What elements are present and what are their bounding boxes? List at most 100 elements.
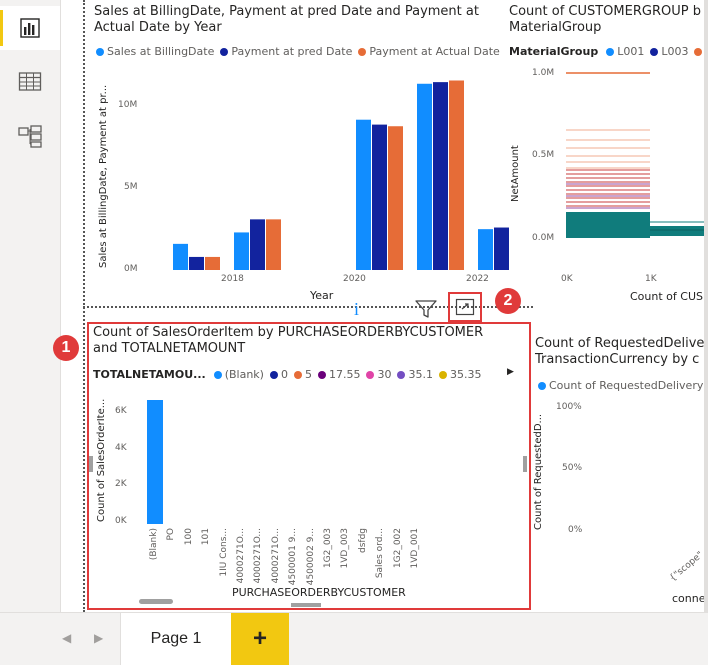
bar-chart-plot — [173, 80, 509, 270]
callout-badge-1: 1 — [53, 335, 79, 361]
chart-legend: Count of RequestedDeliveryD — [532, 379, 708, 392]
vertical-scrollbar[interactable] — [704, 0, 708, 612]
bar--blank-[interactable] — [147, 400, 163, 524]
focus-mode-button[interactable] — [448, 292, 482, 322]
legend-marker — [606, 47, 615, 56]
legend-item[interactable]: 35.1 — [408, 368, 433, 381]
legend-marker — [538, 381, 546, 390]
bar-payment-at-actual-date-2020[interactable] — [449, 80, 464, 270]
legend-item[interactable]: 30 — [377, 368, 391, 381]
report-canvas: Sales at BillingDate, Payment at pred Da… — [62, 0, 708, 612]
visual-salesorderitem-selected[interactable]: Count of SalesOrderItem by PURCHASEORDER… — [87, 322, 531, 610]
visual-title-line2: and TOTALNETAMOUNT — [93, 341, 246, 356]
y-tick: 10M — [118, 100, 138, 110]
x-category-label: 101 — [201, 528, 212, 546]
x-category-labels: (Blank) PO 100 101 1IU Cons... 4000271O... 400… — [141, 524, 521, 594]
legend-item[interactable]: Count of RequestedDeliveryD — [549, 379, 708, 392]
filter-icon[interactable] — [413, 298, 439, 320]
y-tick: 0% — [568, 525, 583, 535]
legend-marker — [220, 47, 229, 56]
x-tick: 0K — [561, 274, 573, 284]
x-category-label: PO — [166, 528, 177, 541]
legend-item[interactable]: L003 — [661, 45, 688, 58]
bar-sales-at-billingdate-2016[interactable] — [173, 243, 188, 270]
legend-item[interactable]: Sales at BillingDate — [107, 45, 214, 58]
x-tick: {"scope" — [668, 550, 706, 584]
x-category-label: (Blank) — [149, 528, 159, 561]
x-category-label: 4000271O... — [253, 528, 264, 584]
y-tick: 6K — [115, 406, 127, 416]
legend-item[interactable]: 5 — [305, 368, 312, 381]
legend-item[interactable]: (Blank) — [225, 368, 264, 381]
legend-marker — [366, 370, 375, 379]
legend-marker — [293, 370, 302, 379]
bar-payment-at-pred-date-2017[interactable] — [250, 219, 265, 270]
legend-marker — [317, 370, 326, 379]
bar-sales-at-billingdate-2021[interactable] — [478, 229, 493, 270]
resize-handle-right[interactable] — [523, 456, 527, 472]
x-tick: 1K — [645, 274, 657, 284]
visual-requesteddelivery[interactable]: Count of RequestedDelive TransactionCurr… — [532, 322, 708, 612]
y-tick: 2K — [115, 479, 127, 489]
x-category-label: 1G2_002 — [392, 528, 403, 569]
bar-sales-at-billingdate-2020[interactable] — [417, 83, 432, 270]
x-category-label: 1G2_003 — [323, 528, 333, 569]
visual-title-line2: MaterialGroup — [509, 20, 602, 35]
model-view-icon[interactable] — [0, 114, 60, 158]
data-view-icon[interactable] — [0, 60, 60, 104]
legend-marker — [96, 47, 104, 56]
scatter-plot — [566, 72, 708, 238]
bar-payment-at-pred-date-2019[interactable] — [372, 124, 387, 270]
legend-item[interactable]: Payment at Actual Date — [369, 45, 499, 58]
tab-page-1[interactable]: Page 1 — [120, 613, 232, 665]
x-tick: 2018 — [221, 274, 244, 284]
x-tick: 2022 — [466, 274, 489, 284]
drill-info-icon[interactable]: i — [354, 299, 366, 319]
bar-payment-at-pred-date-2016[interactable] — [189, 256, 204, 270]
x-axis-label: conne — [672, 592, 706, 605]
chart-legend: Sales at BillingDate Payment at pred Dat… — [90, 45, 500, 58]
resize-handle-left[interactable] — [89, 456, 93, 472]
page-tab-bar: ◀ ▶ Page 1 + — [0, 612, 708, 665]
legend-marker — [438, 370, 447, 379]
legend-marker — [213, 370, 222, 379]
resize-handle-bottom[interactable] — [291, 603, 321, 607]
visual-title-line1: Count of CUSTOMERGROUP b — [509, 4, 701, 19]
x-category-label: 4000271O... — [270, 528, 281, 584]
x-axis-label: PURCHASEORDERBYCUSTOMER — [232, 586, 406, 599]
legend-marker — [650, 47, 659, 56]
visual-sales-by-year[interactable]: Sales at BillingDate, Payment at pred Da… — [84, 0, 509, 306]
y-axis-label: NetAmount — [510, 145, 521, 202]
legend-item[interactable]: Payment at pred Date — [231, 45, 352, 58]
y-tick: 4K — [115, 443, 127, 453]
bar-chart-plot — [147, 400, 163, 524]
tab-scroll-left-icon[interactable]: ◀ — [62, 631, 71, 645]
y-axis-label: Count of SalesOrderIte... — [96, 398, 107, 522]
bar-sales-at-billingdate-2017[interactable] — [234, 232, 249, 270]
tab-scroll-right-icon[interactable]: ▶ — [94, 631, 103, 645]
add-page-button[interactable]: + — [231, 613, 289, 665]
bar-payment-at-actual-date-2017[interactable] — [266, 219, 281, 270]
visual-customergroup[interactable]: Count of CUSTOMERGROUP b MaterialGroup M… — [506, 0, 708, 306]
bar-payment-at-actual-date-2019[interactable] — [388, 126, 403, 270]
bar-payment-at-actual-date-2016[interactable] — [205, 256, 220, 270]
y-axis-label: Sales at BillingDate, Payment at pr... — [98, 84, 109, 268]
y-tick: 1.0M — [532, 68, 555, 78]
horizontal-scrollbar[interactable] — [139, 599, 173, 604]
bar-payment-at-pred-date-2020[interactable] — [433, 82, 448, 270]
x-category-label: Sales ord... — [375, 528, 386, 579]
x-tick: 2020 — [343, 274, 366, 284]
legend-item[interactable]: 0 — [281, 368, 288, 381]
report-view-icon[interactable] — [0, 6, 60, 50]
y-tick: 50% — [562, 463, 583, 473]
legend-next-arrow[interactable]: ▶ — [507, 367, 514, 377]
bar-sales-at-billingdate-2019[interactable] — [356, 119, 371, 270]
legend-item[interactable]: 17.55 — [329, 368, 361, 381]
legend-title: TOTALNETAMOU... — [93, 368, 206, 381]
x-category-label: 100 — [183, 528, 194, 546]
visual-title-line1: Count of SalesOrderItem by PURCHASEORDER… — [93, 325, 484, 340]
y-tick: 5M — [124, 182, 138, 192]
legend-item[interactable]: 35.35 — [450, 368, 482, 381]
legend-marker — [269, 370, 278, 379]
legend-item[interactable]: L001 — [617, 45, 644, 58]
